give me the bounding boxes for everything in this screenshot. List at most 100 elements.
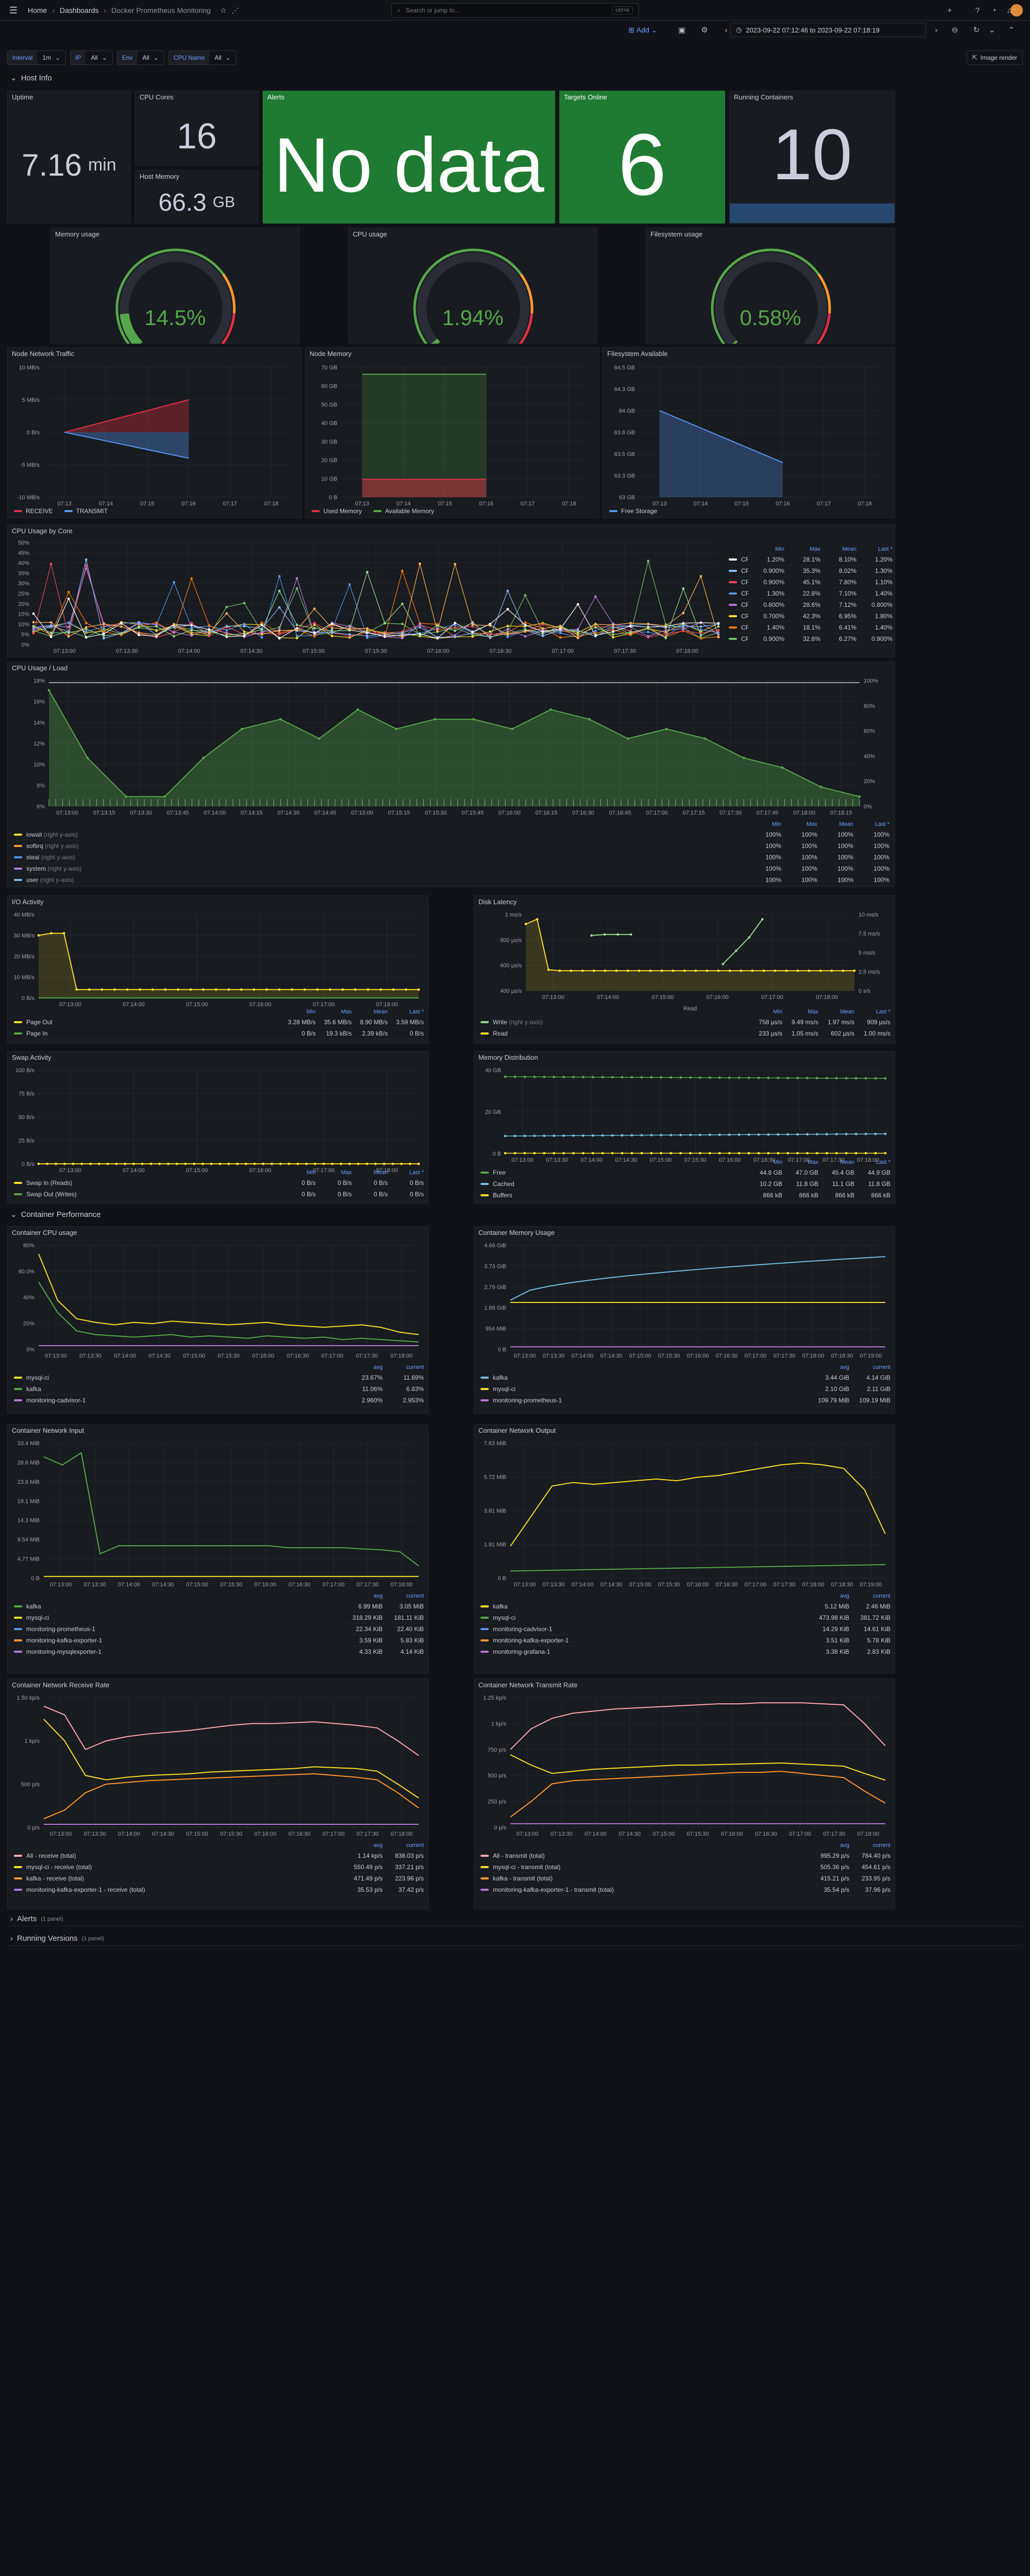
legend-row[interactable]: kafka 5.12 MiB 2.46 MiB [480,1601,890,1612]
legend-row[interactable]: kafka 6.99 MiB 3.05 MiB [14,1601,424,1612]
legend-row[interactable]: Free 44.8 GB 47.0 GB 45.4 GB 44.9 GB [480,1167,890,1178]
legend-column-header[interactable]: Mean [818,1009,854,1015]
legend-row[interactable]: monitoring-kafka-exporter-1 - receive (t… [14,1884,424,1895]
refresh-icon[interactable]: ↻ [969,23,984,37]
image-render-button[interactable]: ⇱ Image render [966,50,1023,65]
time-range-picker[interactable]: ◷ 2023-09-22 07:12:46 to 2023-09-22 07:1… [730,23,926,37]
legend-column-header[interactable]: current [849,1842,890,1849]
variable-value[interactable]: All ⌄ [85,51,112,64]
gear-icon[interactable]: ⚙ [697,23,712,37]
legend-column-header[interactable]: Min [746,1009,782,1015]
legend-row[interactable]: Page In 0 B/s 19.3 kB/s 2.39 kB/s 0 B/s [14,1028,424,1039]
legend-column-header[interactable]: Last * [854,1009,890,1015]
refresh-interval-icon[interactable]: ⌄ [985,23,999,37]
variable-interval[interactable]: Interval 1m ⌄ [7,50,66,65]
star-icon[interactable]: ☆ [220,6,227,15]
legend-column-header[interactable]: Mean [352,1009,388,1015]
legend-column-header[interactable]: current [849,1593,890,1599]
legend-row[interactable]: kafka - transmit (total) 415.21 p/s 233.95… [480,1873,890,1884]
legend-column-header[interactable]: avg [341,1842,383,1849]
legend-column-header[interactable]: Max [781,821,817,827]
legend-row[interactable]: Page Out 3.28 MB/s 35.6 MB/s 8.90 MB/s 3.59 … [14,1016,424,1028]
legend-column-header[interactable]: Max [782,1159,818,1165]
save-icon[interactable]: ▣ [675,23,689,37]
legend-row[interactable]: monitoring-cadvisor-1 14.29 KiB 14.61 KiB [480,1623,890,1635]
legend-column-header[interactable]: avg [341,1364,383,1370]
legend-column-header[interactable]: avg [808,1364,849,1370]
legend-row[interactable]: softirq (right y-axis) 100% 100% 100% 100% [14,840,889,852]
variable-value[interactable]: 1m ⌄ [37,51,66,64]
legend-row[interactable]: All - transmit (total) 995.29 p/s 784.40 p… [480,1850,890,1861]
legend-column-header[interactable]: Min [280,1170,316,1176]
rss-icon[interactable]: ◔ [987,3,1001,18]
legend-column-header[interactable]: Mean [352,1170,388,1176]
menu-icon[interactable]: ☰ [6,3,21,18]
legend-column-header[interactable]: Max [316,1170,352,1176]
legend-row[interactable]: monitoring-prometheus-1 22.34 KiB 22.40 Ki… [14,1623,424,1635]
row-container-performance[interactable]: ⌄ Container Performance [10,1210,101,1219]
help-icon[interactable]: ? [970,3,985,18]
variable-env[interactable]: Env All ⌄ [116,50,164,65]
legend-row[interactable]: monitoring-kafka-exporter-1 - transmit (… [480,1884,890,1895]
legend-row[interactable]: Write (right y-axis) 758 µs/s 9.49 ms/s 1.9… [480,1016,890,1028]
legend-column-header[interactable]: Min [748,546,784,552]
legend-row[interactable]: Buffers 866 kB 866 kB 866 kB 866 kB [480,1190,890,1201]
legend-row[interactable]: kafka 3.44 GiB 4.14 GiB [480,1372,890,1383]
legend-row[interactable]: monitoring-grafana-1 3.38 KiB 2.83 KiB [480,1646,890,1657]
legend-column-header[interactable]: Max [784,546,820,552]
legend-column-header[interactable]: Last * [388,1170,424,1176]
legend-row[interactable]: mysql-ci - transmit (total) 505.36 p/s 454… [480,1861,890,1873]
legend-row[interactable]: CPU 12 0.800% 28.6% 7.12% 0.800% [729,599,892,611]
legend-row[interactable]: CPU 13 1.30% 22.8% 7.10% 1.40% [729,588,892,599]
variable-ip[interactable]: IP All ⌄ [70,50,113,65]
legend-item[interactable]: RECEIVE [14,507,53,515]
legend-row[interactable]: mysql-ci 23.67% 11.69% [14,1372,424,1383]
legend-row[interactable]: mysql-ci - receive (total) 550.49 p/s 337.… [14,1861,424,1873]
legend-row[interactable]: monitoring-mysqlexporter-1 4.33 KiB 4.14 K… [14,1646,424,1657]
legend-column-header[interactable]: Mean [818,1159,854,1165]
search-input[interactable]: ⌕ Search or jump to... ctrl+k [391,3,639,18]
legend-item[interactable]: Free Storage [609,507,657,515]
legend-row[interactable]: iowait (right y-axis) 100% 100% 100% 100% [14,829,889,840]
legend-row[interactable]: mysql-ci 473.98 KiB 381.72 KiB [480,1612,890,1623]
legend-row[interactable]: kafka - receive (total) 471.49 p/s 223.96 … [14,1873,424,1884]
legend-column-header[interactable]: avg [808,1842,849,1849]
legend-column-header[interactable]: Mean [820,546,856,552]
legend-row[interactable]: mysql-ci 318.29 KiB 181.11 KiB [14,1612,424,1623]
breadcrumb-home[interactable]: Home [28,6,47,14]
legend-row[interactable]: CPU 0 1.40% 18.1% 6.41% 1.40% [729,622,892,633]
legend-row[interactable]: steal (right y-axis) 100% 100% 100% 100% [14,852,889,863]
legend-row[interactable]: monitoring-cadvisor-1 2.960% 2.953% [14,1395,424,1406]
variable-cpu-name[interactable]: CPU Name All ⌄ [168,50,237,65]
legend-column-header[interactable]: Max [782,1009,818,1015]
legend-row[interactable]: Read 233 µs/s 1.05 ms/s 602 µs/s 1.00 ms/s [480,1028,890,1039]
legend-row[interactable]: Swap Out (Writes) 0 B/s 0 B/s 0 B/s 0 B/s [14,1189,424,1200]
breadcrumb-dashboards[interactable]: Dashboards [60,6,99,14]
legend-row[interactable]: kafka 11.06% 6.83% [14,1383,424,1395]
legend-row[interactable]: user (right y-axis) 100% 100% 100% 100% [14,874,889,886]
plus-icon[interactable]: + [942,3,957,18]
legend-column-header[interactable]: avg [808,1593,849,1599]
avatar[interactable] [1010,4,1023,16]
legend-column-header[interactable]: Mean [817,821,853,827]
legend-column-header[interactable]: Min [746,1159,782,1165]
zoom-out-icon[interactable]: ⊖ [948,23,962,37]
legend-column-header[interactable]: Min [745,821,781,827]
chevron-right-icon[interactable]: › [929,23,943,37]
legend-row[interactable]: CPU 9 0.900% 35.3% 8.02% 1.30% [729,565,892,577]
legend-item[interactable]: Available Memory [373,507,434,515]
legend-item[interactable]: Used Memory [312,507,362,515]
chevron-up-icon[interactable]: ⌃ [1004,23,1019,37]
row-alerts[interactable]: › Alerts (1 panel) [10,1914,63,1923]
legend-column-header[interactable]: current [383,1842,424,1849]
legend-item[interactable]: TRANSMIT [64,507,108,515]
legend-row[interactable]: system (right y-axis) 100% 100% 100% 100% [14,863,889,874]
variable-value[interactable]: All ⌄ [209,51,236,64]
legend-row[interactable]: monitoring-prometheus-1 109.79 MiB 109.19 … [480,1395,890,1406]
legend-row[interactable]: monitoring-kafka-exporter-1 3.59 KiB 5.83 … [14,1635,424,1646]
legend-column-header[interactable]: avg [341,1593,383,1599]
legend-column-header[interactable]: current [849,1364,890,1370]
legend-row[interactable]: CPU 15 1.20% 28.1% 8.10% 1.20% [729,554,892,565]
add-button[interactable]: ⊞ Add ⌄ [628,23,657,37]
row-running-versions[interactable]: › Running Versions (1 panel) [10,1934,104,1943]
